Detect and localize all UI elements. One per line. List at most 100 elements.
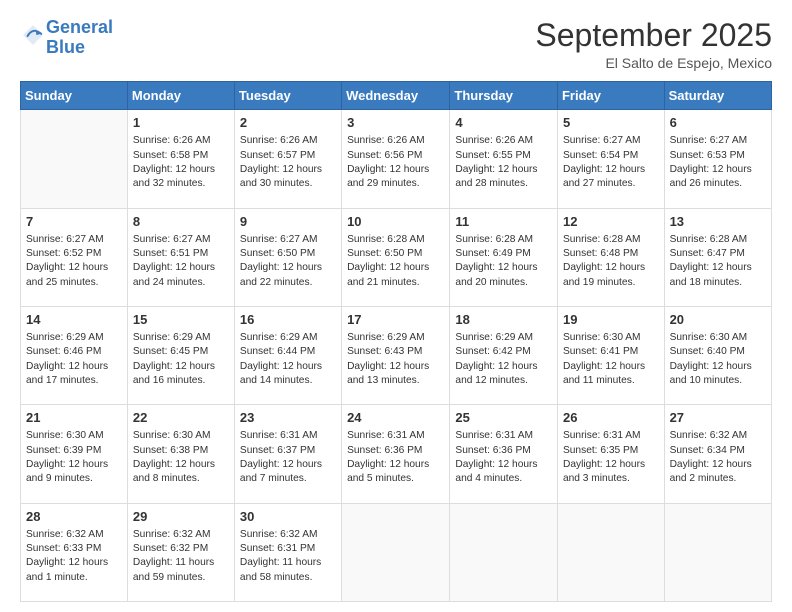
day-header-saturday: Saturday	[664, 82, 771, 110]
day-number: 17	[347, 311, 444, 329]
cell-content-line: Sunset: 6:36 PM	[347, 444, 444, 458]
cell-content-line: Sunset: 6:55 PM	[455, 149, 552, 163]
day-number: 10	[347, 213, 444, 231]
day-number: 13	[670, 213, 766, 231]
calendar-cell: 2Sunrise: 6:26 AMSunset: 6:57 PMDaylight…	[234, 110, 341, 208]
cell-content-line: Sunrise: 6:27 AM	[670, 134, 766, 148]
day-header-friday: Friday	[557, 82, 664, 110]
cell-content-line: Sunrise: 6:26 AM	[133, 134, 229, 148]
cell-content-line: Sunset: 6:46 PM	[26, 345, 122, 359]
logo-line2: Blue	[46, 37, 85, 57]
calendar-week-row: 1Sunrise: 6:26 AMSunset: 6:58 PMDaylight…	[21, 110, 772, 208]
cell-content-line: Daylight: 12 hours and 21 minutes.	[347, 261, 444, 290]
day-number: 26	[563, 409, 659, 427]
cell-content-line: Sunrise: 6:27 AM	[240, 233, 336, 247]
cell-content-line: Daylight: 12 hours and 27 minutes.	[563, 163, 659, 192]
cell-content-line: Sunset: 6:54 PM	[563, 149, 659, 163]
cell-content-line: Sunrise: 6:28 AM	[455, 233, 552, 247]
cell-content-line: Sunrise: 6:26 AM	[347, 134, 444, 148]
cell-content-line: Sunrise: 6:27 AM	[563, 134, 659, 148]
cell-content-line: Sunrise: 6:30 AM	[26, 429, 122, 443]
cell-content-line: Sunrise: 6:27 AM	[26, 233, 122, 247]
calendar-cell: 21Sunrise: 6:30 AMSunset: 6:39 PMDayligh…	[21, 405, 128, 503]
cell-content-line: Daylight: 12 hours and 12 minutes.	[455, 360, 552, 389]
calendar-cell: 20Sunrise: 6:30 AMSunset: 6:40 PMDayligh…	[664, 306, 771, 404]
cell-content-line: Sunset: 6:50 PM	[347, 247, 444, 261]
calendar-cell: 25Sunrise: 6:31 AMSunset: 6:36 PMDayligh…	[450, 405, 558, 503]
cell-content-line: Sunrise: 6:32 AM	[26, 528, 122, 542]
cell-content-line: Sunset: 6:50 PM	[240, 247, 336, 261]
calendar-cell	[342, 503, 450, 601]
page: General Blue September 2025 El Salto de …	[0, 0, 792, 612]
calendar-week-row: 7Sunrise: 6:27 AMSunset: 6:52 PMDaylight…	[21, 208, 772, 306]
cell-content-line: Daylight: 12 hours and 20 minutes.	[455, 261, 552, 290]
cell-content-line: Sunset: 6:37 PM	[240, 444, 336, 458]
day-number: 16	[240, 311, 336, 329]
day-number: 4	[455, 114, 552, 132]
cell-content-line: Daylight: 12 hours and 29 minutes.	[347, 163, 444, 192]
calendar-cell: 11Sunrise: 6:28 AMSunset: 6:49 PMDayligh…	[450, 208, 558, 306]
calendar-cell: 28 Sunrise: 6:32 AMSunset: 6:33 PMDayligh…	[21, 503, 128, 601]
cell-content-line: Sunset: 6:33 PM	[26, 542, 122, 556]
cell-content-line: Daylight: 12 hours and 16 minutes.	[133, 360, 229, 389]
calendar-cell: 30Sunrise: 6:32 AMSunset: 6:31 PMDayligh…	[234, 503, 341, 601]
cell-content-line: Daylight: 12 hours and 4 minutes.	[455, 458, 552, 487]
cell-content-line: Sunset: 6:49 PM	[455, 247, 552, 261]
day-number: 28	[26, 508, 122, 526]
calendar-cell: 23Sunrise: 6:31 AMSunset: 6:37 PMDayligh…	[234, 405, 341, 503]
cell-content-line: Sunset: 6:44 PM	[240, 345, 336, 359]
calendar-cell: 1Sunrise: 6:26 AMSunset: 6:58 PMDaylight…	[127, 110, 234, 208]
cell-content-line: Sunrise: 6:32 AM	[670, 429, 766, 443]
cell-content-line: Sunset: 6:34 PM	[670, 444, 766, 458]
cell-content-line: Sunset: 6:35 PM	[563, 444, 659, 458]
logo-text: General	[46, 18, 113, 38]
cell-content-line: Sunrise: 6:29 AM	[240, 331, 336, 345]
cell-content-line: Daylight: 12 hours and 2 minutes.	[670, 458, 766, 487]
cell-content-line: Daylight: 12 hours and 9 minutes.	[26, 458, 122, 487]
calendar-week-row: 21Sunrise: 6:30 AMSunset: 6:39 PMDayligh…	[21, 405, 772, 503]
cell-content-line: Sunrise: 6:29 AM	[26, 331, 122, 345]
calendar-cell: 9 Sunrise: 6:27 AMSunset: 6:50 PMDaylight…	[234, 208, 341, 306]
cell-content-line: Sunset: 6:32 PM	[133, 542, 229, 556]
day-number: 8	[133, 213, 229, 231]
calendar-cell: 8Sunrise: 6:27 AMSunset: 6:51 PMDaylight…	[127, 208, 234, 306]
logo-line1: General	[46, 17, 113, 37]
cell-content-line: Sunrise: 6:28 AM	[563, 233, 659, 247]
cell-content-line: Sunrise: 6:27 AM	[133, 233, 229, 247]
cell-content-line: Sunset: 6:42 PM	[455, 345, 552, 359]
cell-content-line: Sunset: 6:45 PM	[133, 345, 229, 359]
cell-content-line: Daylight: 12 hours and 11 minutes.	[563, 360, 659, 389]
calendar-cell: 6Sunrise: 6:27 AMSunset: 6:53 PMDaylight…	[664, 110, 771, 208]
cell-content-line: Sunset: 6:38 PM	[133, 444, 229, 458]
cell-content-line: Daylight: 11 hours and 59 minutes.	[133, 556, 229, 585]
cell-content-line: Sunrise: 6:28 AM	[347, 233, 444, 247]
day-number: 3	[347, 114, 444, 132]
cell-content-line: Daylight: 12 hours and 13 minutes.	[347, 360, 444, 389]
calendar-cell	[450, 503, 558, 601]
calendar-cell: 3Sunrise: 6:26 AMSunset: 6:56 PMDaylight…	[342, 110, 450, 208]
calendar-cell: 10 Sunrise: 6:28 AMSunset: 6:50 PMDayligh…	[342, 208, 450, 306]
day-number: 30	[240, 508, 336, 526]
day-number: 23	[240, 409, 336, 427]
day-number: 22	[133, 409, 229, 427]
calendar-cell: 18Sunrise: 6:29 AMSunset: 6:42 PMDayligh…	[450, 306, 558, 404]
day-number: 2	[240, 114, 336, 132]
cell-content-line: Sunset: 6:53 PM	[670, 149, 766, 163]
day-number: 9	[240, 213, 336, 231]
cell-content-line: Sunset: 6:57 PM	[240, 149, 336, 163]
cell-content-line: Daylight: 12 hours and 28 minutes.	[455, 163, 552, 192]
cell-content-line: Sunset: 6:47 PM	[670, 247, 766, 261]
day-number: 20	[670, 311, 766, 329]
header: General Blue September 2025 El Salto de …	[20, 18, 772, 71]
cell-content-line: Daylight: 12 hours and 1 minute.	[26, 556, 122, 585]
day-number: 15	[133, 311, 229, 329]
cell-content-line: Sunset: 6:41 PM	[563, 345, 659, 359]
cell-content-line: Sunrise: 6:30 AM	[133, 429, 229, 443]
calendar-header-row: SundayMondayTuesdayWednesdayThursdayFrid…	[21, 82, 772, 110]
cell-content-line: Daylight: 12 hours and 22 minutes.	[240, 261, 336, 290]
day-number: 27	[670, 409, 766, 427]
cell-content-line: Sunrise: 6:26 AM	[240, 134, 336, 148]
cell-content-line: Sunrise: 6:32 AM	[133, 528, 229, 542]
cell-content-line: Daylight: 12 hours and 5 minutes.	[347, 458, 444, 487]
day-number: 24	[347, 409, 444, 427]
